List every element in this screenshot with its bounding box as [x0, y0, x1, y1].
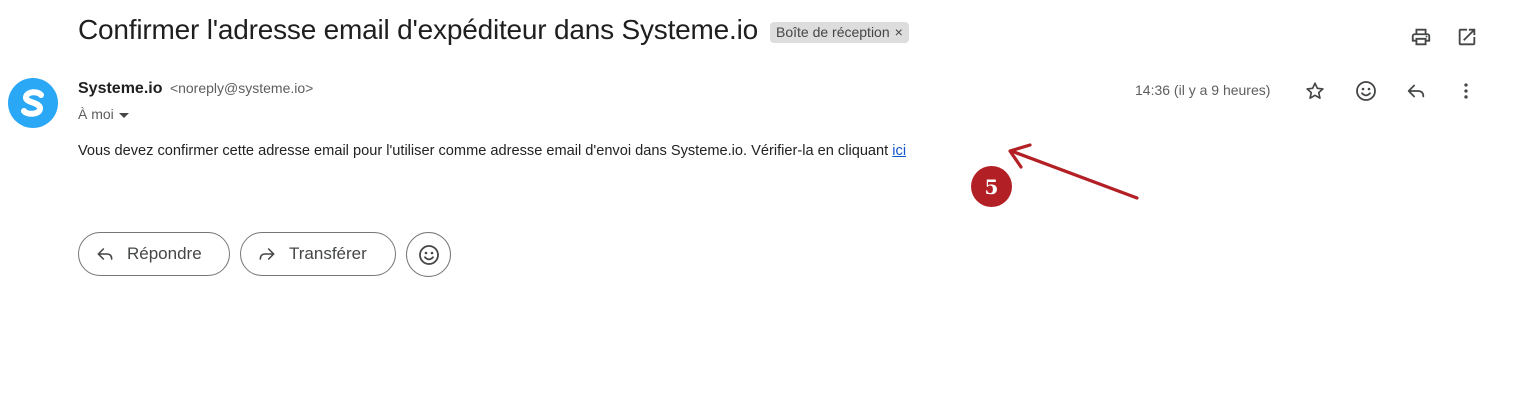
open-in-new-window-icon	[1458, 28, 1476, 46]
recipient-details-toggle[interactable]: À moi	[78, 106, 129, 122]
more-options-button[interactable]	[1453, 78, 1479, 104]
email-body: Vous devez confirmer cette adresse email…	[78, 143, 906, 159]
print-button[interactable]	[1408, 24, 1434, 50]
add-reaction-button[interactable]	[1353, 78, 1379, 104]
reply-button[interactable]	[1403, 78, 1429, 104]
star-button[interactable]	[1302, 78, 1328, 104]
remove-label-button[interactable]: ×	[895, 24, 903, 40]
more-vert-icon	[1464, 83, 1468, 99]
star-icon	[1306, 82, 1324, 99]
inbox-label-text: Boîte de réception	[776, 23, 890, 40]
annotation-arrow-icon	[1008, 143, 1139, 200]
sender-avatar[interactable]	[8, 78, 58, 128]
inbox-label-chip[interactable]: Boîte de réception ×	[770, 21, 909, 43]
annotation-step-badge: 5	[971, 166, 1012, 207]
print-icon	[1411, 28, 1431, 46]
sender-name[interactable]: Systeme.io	[78, 80, 162, 97]
emoji-reaction-icon	[1356, 81, 1376, 101]
caret-down-icon	[118, 112, 129, 118]
forward-action-button[interactable]: Transférer	[240, 232, 396, 276]
forward-action-label: Transférer	[289, 244, 367, 263]
systeme-logo-icon	[21, 89, 44, 117]
confirm-link[interactable]: ici	[892, 143, 906, 159]
reply-icon	[95, 244, 115, 264]
recipient-label: À moi	[78, 106, 114, 122]
email-timestamp: 14:36 (il y a 9 heures)	[1135, 82, 1271, 98]
email-subject: Confirmer l'adresse email d'expéditeur d…	[78, 14, 758, 45]
open-in-new-window-button[interactable]	[1454, 24, 1480, 50]
forward-icon	[257, 244, 277, 264]
reply-action-label: Répondre	[127, 244, 202, 263]
subject-row: Confirmer l'adresse email d'expéditeur d…	[78, 14, 909, 46]
sender-email: <noreply@systeme.io>	[169, 80, 314, 96]
emoji-reaction-button[interactable]	[406, 232, 451, 277]
email-body-text: Vous devez confirmer cette adresse email…	[78, 143, 893, 159]
reply-icon	[1407, 84, 1425, 98]
reply-action-button[interactable]: Répondre	[78, 232, 230, 276]
emoji-reaction-icon	[418, 244, 439, 265]
sender-line: Systeme.io <noreply@systeme.io>	[78, 80, 313, 98]
